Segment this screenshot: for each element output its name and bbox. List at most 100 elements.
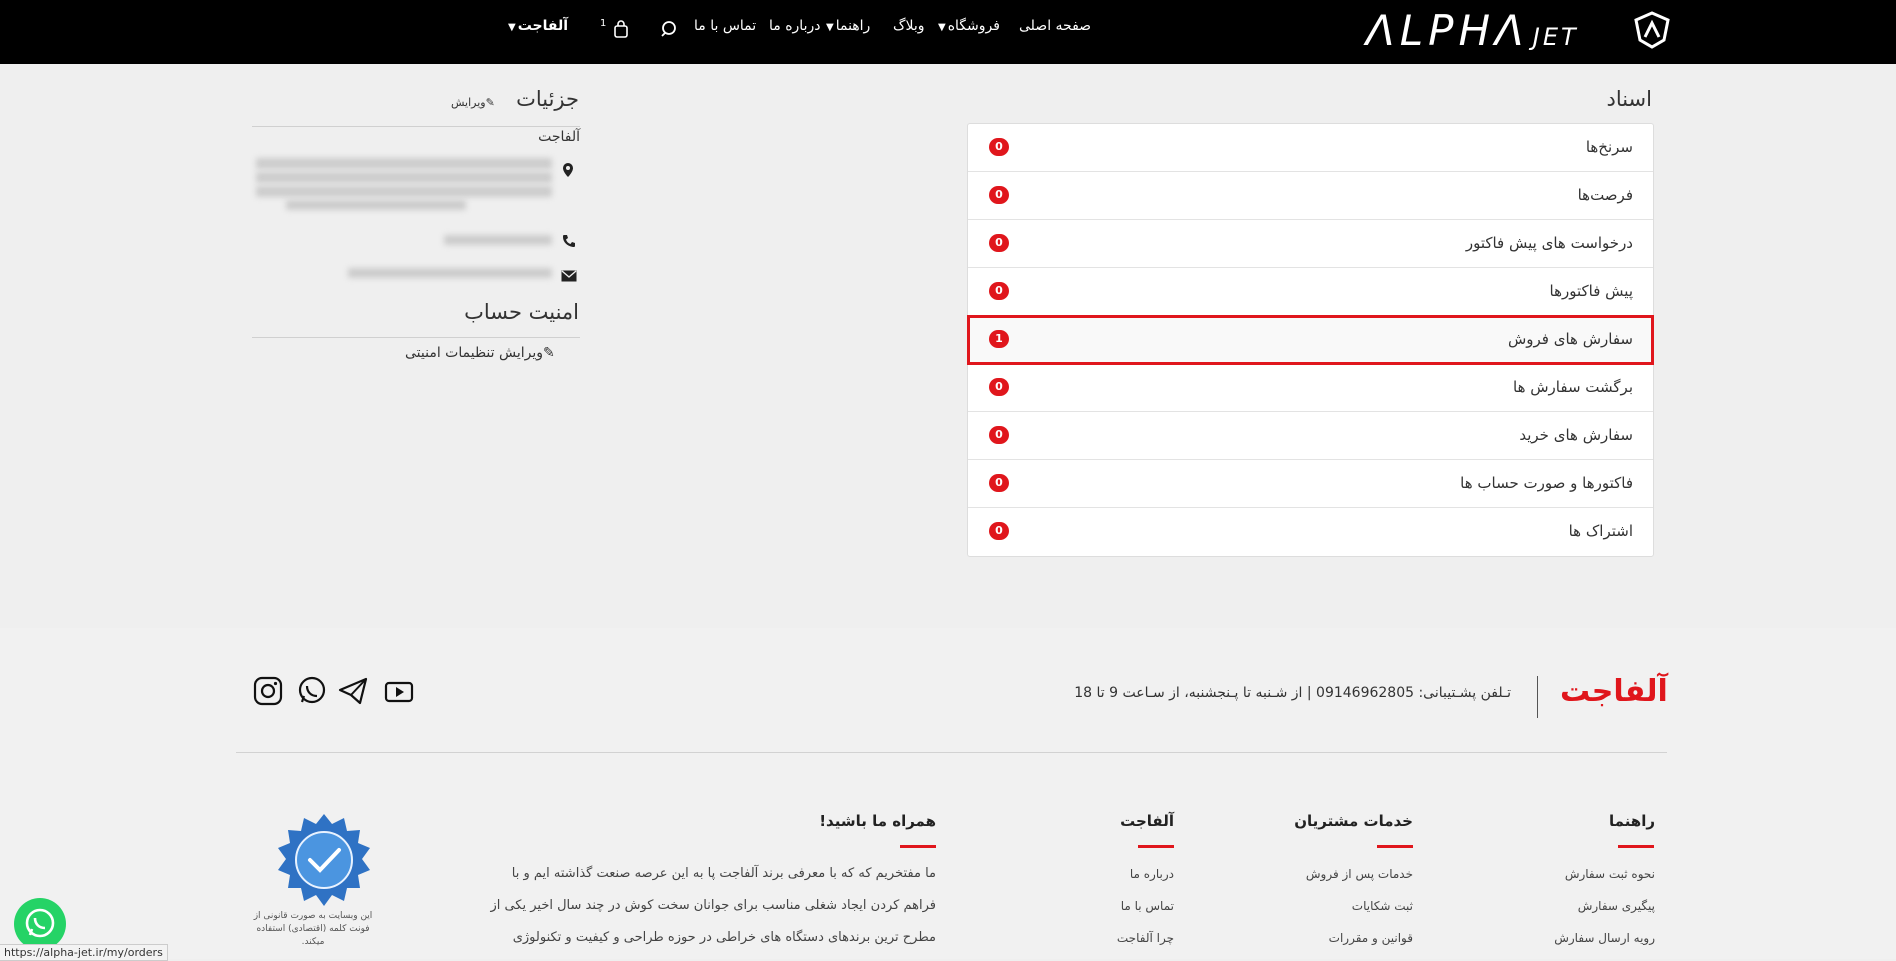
- divider: [252, 126, 580, 127]
- security-title: امنیت حساب: [464, 300, 579, 324]
- redacted-address-line: [286, 200, 466, 210]
- doc-label: فاکتورها و صورت حساب ها: [1460, 474, 1633, 492]
- footer-col-services-title: خدمات مشتریان: [1294, 812, 1413, 830]
- footer-col-with-us-title: همراه ما باشید!: [819, 812, 936, 830]
- details-edit-link[interactable]: ✎ویرایش: [451, 96, 495, 109]
- doc-label: سفارش های فروش: [1507, 330, 1633, 348]
- doc-row-sales-orders[interactable]: سفارش های فروش 1: [967, 315, 1654, 365]
- footer-link[interactable]: رویه ارسال سفارش: [1554, 931, 1655, 945]
- footer-link[interactable]: خدمات پس از فروش: [1306, 867, 1413, 881]
- doc-label: سفارش های خرید: [1519, 426, 1633, 444]
- count-badge: 1: [989, 330, 1009, 348]
- documents-list: سرنخ‌ها 0 فرصت‌ها 0 درخواست های پیش فاکت…: [967, 123, 1654, 557]
- divider: [252, 337, 580, 338]
- alphajet-logo[interactable]: ΛLPHΛ JET: [1366, 6, 1579, 55]
- count-badge: 0: [989, 186, 1009, 204]
- about-line: مطرح ترین برندهای دستگاه های خراطی در حو…: [512, 930, 936, 945]
- details-edit-label: ویرایش: [451, 96, 486, 109]
- footer-col-underline: [900, 845, 936, 848]
- footer-link[interactable]: درباره ما: [1130, 867, 1174, 881]
- footer-link[interactable]: پیگیری سفارش: [1578, 899, 1655, 913]
- count-badge: 0: [989, 378, 1009, 396]
- doc-label: درخواست های پیش فاکتور: [1465, 234, 1633, 252]
- footer-brand-logo[interactable]: آلفاجت: [1560, 674, 1668, 709]
- about-line: ما مفتخریم که که با معرفی برند آلفاجت پا…: [511, 866, 936, 881]
- doc-row-leads[interactable]: سرنخ‌ها 0: [968, 124, 1653, 172]
- font-notice: این وبسایت به صورت قانونی از فونت کلمه (…: [253, 911, 373, 947]
- top-navbar: ΛLPHΛ JET صفحه اصلی فروشگاه▼ وبلاگ راهنما…: [0, 0, 1896, 64]
- doc-row-returns[interactable]: برگشت سفارش ها 0: [968, 364, 1653, 412]
- doc-label: فرصت‌ها: [1577, 186, 1633, 204]
- doc-row-opportunities[interactable]: فرصت‌ها 0: [968, 172, 1653, 220]
- nav-blog[interactable]: وبلاگ: [893, 18, 925, 34]
- nav-about[interactable]: درباره ما: [769, 18, 820, 34]
- chevron-down-icon: ▼: [508, 22, 516, 33]
- doc-row-invoices[interactable]: فاکتورها و صورت حساب ها 0: [968, 460, 1653, 508]
- company-name: آلفاجت: [538, 129, 580, 145]
- footer-link[interactable]: چرا آلفاجت: [1117, 931, 1174, 945]
- nav-shop-label: فروشگاه: [947, 18, 1000, 34]
- youtube-icon[interactable]: [383, 676, 415, 708]
- nav-guide-label: راهنما: [835, 18, 871, 34]
- doc-row-purchase-orders[interactable]: سفارش های خرید 0: [968, 412, 1653, 460]
- documents-title: اسناد: [1606, 87, 1652, 111]
- count-badge: 0: [989, 138, 1009, 156]
- redacted-email: [348, 268, 552, 278]
- footer-col-underline: [1138, 845, 1174, 848]
- map-marker-icon: [562, 162, 574, 182]
- logo-sub: JET: [1532, 23, 1579, 51]
- account-menu[interactable]: آلفاجت▼: [508, 18, 568, 34]
- search-icon[interactable]: [660, 20, 678, 38]
- trust-seal-icon[interactable]: [276, 812, 372, 908]
- footer-col-guide-title: راهنما: [1609, 812, 1655, 830]
- doc-label: برگشت سفارش ها: [1513, 378, 1633, 396]
- cart-icon[interactable]: [613, 20, 629, 38]
- footer-link[interactable]: قوانین و مقررات: [1329, 931, 1413, 945]
- account-name: آلفاجت: [517, 18, 569, 34]
- floating-whatsapp-button[interactable]: [14, 898, 66, 950]
- alphajet-shield-logo-icon[interactable]: [1632, 10, 1672, 50]
- redacted-phone: [444, 235, 552, 245]
- about-line: فراهم کردن ایجاد شغلی مناسب برای جوانان …: [490, 898, 936, 913]
- footer-col-underline: [1377, 845, 1413, 848]
- logo-wordmark: ΛLPHΛ: [1366, 6, 1529, 55]
- nav-shop[interactable]: فروشگاه▼: [938, 18, 1000, 34]
- redacted-address-line: [256, 186, 552, 197]
- browser-status-url: https://alpha-jet.ir/my/orders: [0, 944, 168, 961]
- footer-brand-separator: [1537, 676, 1538, 718]
- footer-link[interactable]: ثبت شکایات: [1352, 899, 1413, 913]
- chevron-down-icon: ▼: [826, 22, 834, 33]
- doc-row-subscriptions[interactable]: اشتراک ها 0: [968, 508, 1653, 556]
- redacted-address-line: [256, 172, 552, 183]
- count-badge: 0: [989, 426, 1009, 444]
- pencil-icon: ✎: [543, 345, 555, 361]
- footer-col-alphajet-title: آلفاجت: [1120, 812, 1174, 830]
- instagram-icon[interactable]: [252, 675, 284, 707]
- doc-label: اشتراک ها: [1568, 522, 1633, 540]
- count-badge: 0: [989, 474, 1009, 492]
- footer-about-text: ما مفتخریم که که با معرفی برند آلفاجت پا…: [488, 858, 936, 954]
- telegram-icon[interactable]: [337, 675, 369, 707]
- whatsapp-icon[interactable]: [296, 675, 328, 707]
- doc-label: سرنخ‌ها: [1585, 138, 1633, 156]
- nav-guide[interactable]: راهنما▼: [826, 18, 870, 34]
- phone-icon: [562, 233, 576, 252]
- support-phone-text: تـلفن پشـتیبانی: 09146962805 | از شـنبه …: [1074, 685, 1511, 701]
- pencil-icon: ✎: [485, 96, 495, 109]
- footer-col-underline: [1618, 845, 1654, 848]
- doc-row-quotations[interactable]: پیش فاکتورها 0: [968, 268, 1653, 316]
- nav-contact[interactable]: تماس با ما: [694, 18, 756, 34]
- count-badge: 0: [989, 522, 1009, 540]
- nav-home[interactable]: صفحه اصلی: [1019, 18, 1091, 34]
- footer-link[interactable]: نحوه ثبت سفارش: [1565, 867, 1655, 881]
- footer-divider: [236, 752, 1667, 753]
- footer-link[interactable]: تماس با ما: [1121, 899, 1174, 913]
- security-edit-label: ویرایش تنظیمات امنیتی: [405, 345, 544, 361]
- count-badge: 0: [989, 282, 1009, 300]
- doc-row-quote-requests[interactable]: درخواست های پیش فاکتور 0: [968, 220, 1653, 268]
- chevron-down-icon: ▼: [938, 22, 946, 33]
- whatsapp-icon: [25, 908, 55, 938]
- count-badge: 0: [989, 234, 1009, 252]
- security-edit-link[interactable]: ✎ویرایش تنظیمات امنیتی: [405, 345, 555, 361]
- envelope-icon: [561, 267, 577, 286]
